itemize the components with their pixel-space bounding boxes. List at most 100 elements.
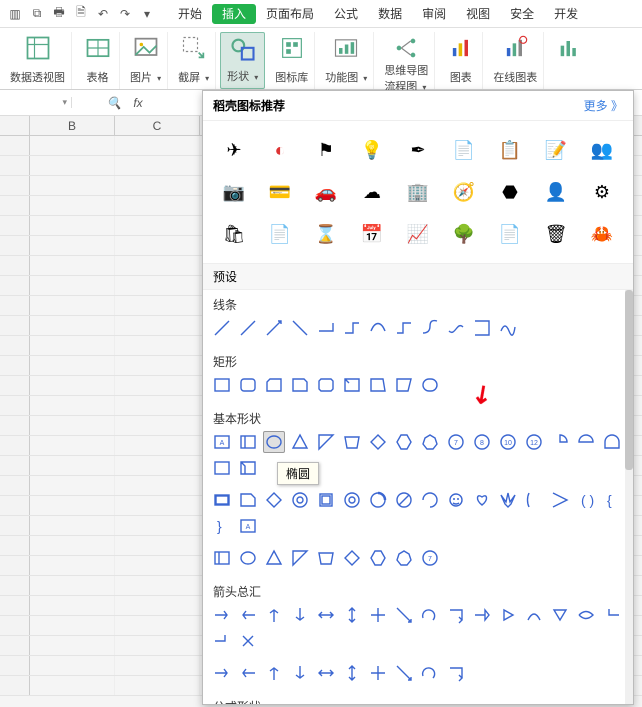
row-header[interactable] [0,676,30,695]
recommended-icon[interactable]: 💡 [351,131,393,169]
row-header[interactable] [0,616,30,635]
cell[interactable] [115,416,200,435]
recommended-icon[interactable]: 🦀 [581,215,623,253]
shape-arrows-item[interactable] [211,630,233,652]
shape-rects-item[interactable] [263,374,285,396]
cell[interactable] [30,316,115,335]
shape-arrows-item[interactable] [263,662,285,684]
fx-icon[interactable]: fx [126,96,150,110]
shape-basic-item[interactable] [341,547,363,569]
cell[interactable] [115,656,200,675]
shape-basic-item[interactable] [263,547,285,569]
shape-basic-item[interactable] [393,489,415,511]
recommended-icon[interactable]: ⬣ [489,173,531,211]
shape-basic-item[interactable] [237,431,259,453]
tab-公式[interactable]: 公式 [324,0,368,28]
cell[interactable] [30,456,115,475]
cell[interactable] [115,156,200,175]
shape-basic-item[interactable] [367,489,389,511]
cell[interactable] [115,596,200,615]
shape-rects-item[interactable] [393,374,415,396]
shape-arrows-item[interactable] [211,604,233,626]
recommended-icon[interactable]: 📅 [351,215,393,253]
cell[interactable] [115,216,200,235]
row-header[interactable] [0,136,30,155]
recommended-icon[interactable]: 📄 [443,131,485,169]
shape-basic-item[interactable] [341,431,363,453]
recommended-icon[interactable]: 💳 [259,173,301,211]
recommended-icon[interactable]: ⌛ [305,215,347,253]
shape-basic-item[interactable] [419,489,441,511]
cell[interactable] [30,196,115,215]
cell[interactable] [115,496,200,515]
zoom-icon[interactable]: 🔍 [102,96,126,110]
cell[interactable] [30,496,115,515]
recommended-icon[interactable]: ◐ [259,131,301,169]
shape-basic-item[interactable] [289,431,311,453]
cell[interactable] [115,316,200,335]
tab-插入[interactable]: 插入 [212,4,256,24]
print-icon[interactable]: 🖶 [50,3,68,24]
shape-arrows-item[interactable] [367,604,389,626]
recommended-icon[interactable]: 📈 [397,215,439,253]
shape-basic-item[interactable] [211,457,233,479]
row-header[interactable] [0,416,30,435]
qat-dropdown-icon[interactable]: ▾ [138,7,156,21]
recommended-icon[interactable]: 🗑 [535,215,577,253]
cell[interactable] [115,196,200,215]
ribbon-mindmap[interactable]: 思维导图流程图 ▾ [378,32,435,89]
cell[interactable] [115,616,200,635]
shape-basic-item[interactable]: ( ) [575,489,597,511]
shape-lines-item[interactable] [211,317,233,339]
shape-arrows-item[interactable] [393,604,415,626]
shape-lines-item[interactable] [497,317,519,339]
shape-arrows-item[interactable] [237,604,259,626]
shape-rects-item[interactable] [367,374,389,396]
cell[interactable] [30,296,115,315]
cell[interactable] [30,136,115,155]
row-header[interactable] [0,376,30,395]
shape-rects-item[interactable] [419,374,441,396]
shape-arrows-item[interactable] [341,604,363,626]
shape-arrows-item[interactable] [575,604,597,626]
shape-arrows-item[interactable] [445,604,467,626]
shape-basic-item[interactable] [575,431,597,453]
row-header[interactable] [0,216,30,235]
shape-arrows-item[interactable] [393,662,415,684]
recommended-icon[interactable]: ✈ [213,131,255,169]
shape-basic-item[interactable] [367,547,389,569]
col-header[interactable]: B [30,116,115,135]
shape-arrows-item[interactable] [419,604,441,626]
shape-basic-item[interactable]: 8 [471,431,493,453]
cell[interactable] [30,396,115,415]
cell[interactable] [30,376,115,395]
recommended-icon[interactable]: 🧭 [443,173,485,211]
cell[interactable] [30,356,115,375]
ribbon-online-chart[interactable]: 在线图表 [487,32,544,89]
ribbon-screenshot[interactable]: 截屏 ▾ [172,32,216,89]
row-header[interactable] [0,196,30,215]
recommended-icon[interactable]: 🌳 [443,215,485,253]
shape-lines-item[interactable] [237,317,259,339]
shape-basic-item[interactable]: 12 [523,431,545,453]
tab-审阅[interactable]: 审阅 [412,0,456,28]
row-header[interactable] [0,176,30,195]
shape-lines-item[interactable] [471,317,493,339]
shape-basic-item[interactable] [315,431,337,453]
ribbon-minicharts[interactable] [548,32,592,89]
name-box[interactable]: ▾ [0,97,72,108]
tab-页面布局[interactable]: 页面布局 [256,0,324,28]
shape-lines-item[interactable] [315,317,337,339]
shape-basic-item[interactable] [289,489,311,511]
cell[interactable] [30,536,115,555]
cell[interactable] [30,236,115,255]
shape-arrows-item[interactable] [601,604,623,626]
shape-arrows-item[interactable] [315,662,337,684]
shape-basic-item[interactable]: 10 [497,431,519,453]
shape-rects-item[interactable] [289,374,311,396]
row-header[interactable] [0,276,30,295]
shape-arrows-item[interactable] [237,662,259,684]
ribbon-chart[interactable]: 图表 [439,32,483,89]
recommended-icon[interactable]: 📷 [213,173,255,211]
shape-basic-item[interactable] [211,547,233,569]
